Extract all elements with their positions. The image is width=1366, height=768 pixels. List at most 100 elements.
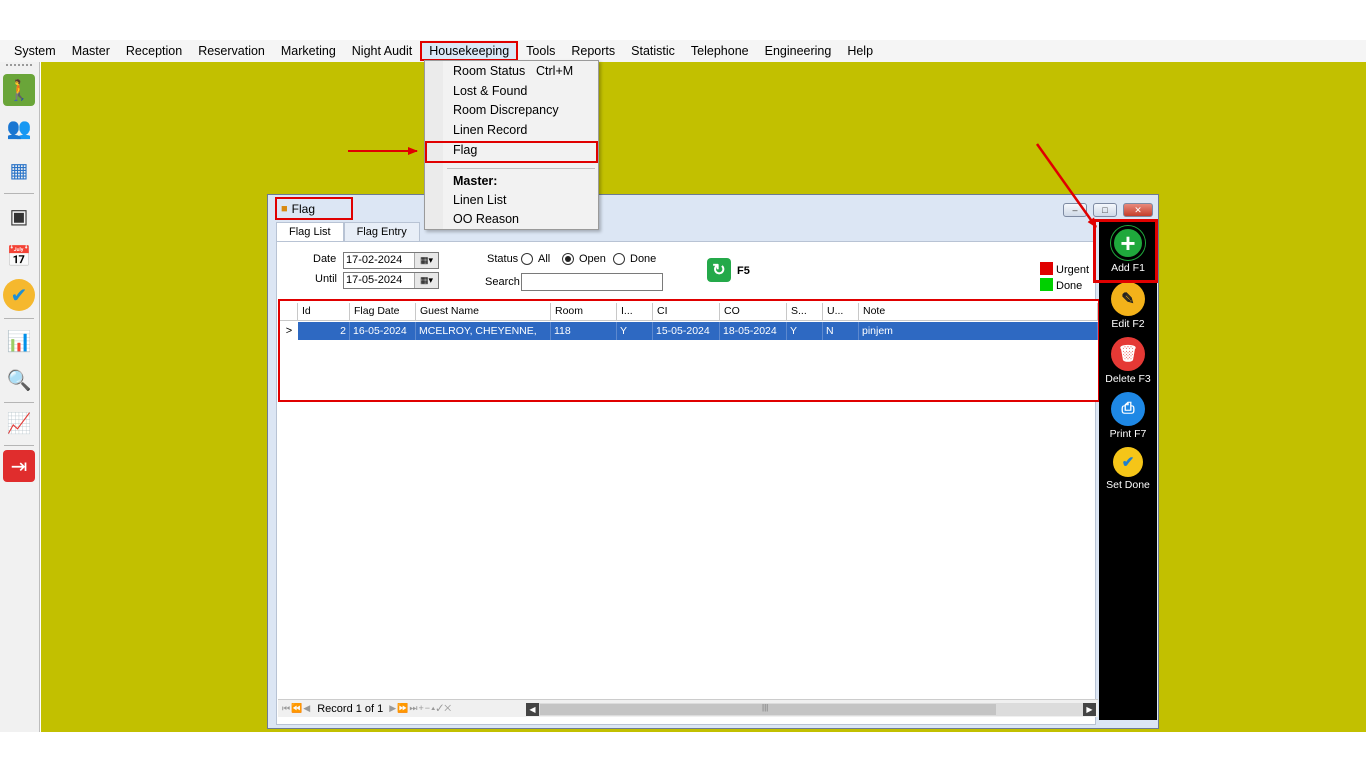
menu-item-lost-found[interactable]: Lost & Found bbox=[453, 84, 527, 98]
column-header-note[interactable]: Note bbox=[859, 303, 1098, 321]
menu-marketing[interactable]: Marketing bbox=[273, 41, 344, 61]
cell-i: Y bbox=[617, 322, 653, 340]
window-title-highlight: ■ Flag bbox=[275, 197, 353, 220]
menu-tools[interactable]: Tools bbox=[518, 41, 563, 61]
menu-item-flag[interactable]: Flag bbox=[453, 143, 477, 157]
restore-button[interactable]: □ bbox=[1093, 203, 1117, 217]
date-until-input[interactable]: 17-05-2024 ▦▾ bbox=[343, 272, 439, 289]
tab-flag-list[interactable]: Flag List bbox=[276, 222, 344, 242]
scroll-grip: ||| bbox=[762, 703, 769, 712]
menu-item-linen-record[interactable]: Linen Record bbox=[453, 123, 527, 137]
menu-reservation[interactable]: Reservation bbox=[190, 41, 273, 61]
status-done-label: Done bbox=[630, 253, 657, 265]
menu-engineering[interactable]: Engineering bbox=[757, 41, 840, 61]
until-label: Until bbox=[315, 273, 338, 285]
scroll-thumb[interactable]: ||| bbox=[540, 703, 996, 715]
night-audit-icon[interactable]: 📊 bbox=[3, 325, 35, 357]
cell-note: pinjem bbox=[859, 322, 1098, 340]
table-row[interactable]: 2 16-05-2024 MCELROY, CHEYENNE, 118 Y 15… bbox=[280, 322, 1098, 340]
printer-icon: ⎙ bbox=[1111, 392, 1145, 426]
set-done-label: Set Done bbox=[1106, 479, 1150, 491]
column-header-s[interactable]: S... bbox=[787, 303, 823, 321]
menu-system[interactable]: System bbox=[6, 41, 64, 61]
menu-master[interactable]: Master bbox=[64, 41, 118, 61]
action-panel: + Add F1 ✎ Edit F2 🗑 Delete F3 ⎙ Print F… bbox=[1099, 220, 1157, 720]
cell-id: 2 bbox=[298, 322, 350, 340]
dropdown-separator bbox=[447, 168, 595, 169]
urgent-legend-swatch bbox=[1040, 262, 1053, 275]
calendar-icon[interactable]: 📅 bbox=[3, 240, 35, 272]
date-from-input[interactable]: 17-02-2024 ▦▾ bbox=[343, 252, 439, 269]
date-until-value: 17-05-2024 bbox=[346, 274, 403, 286]
column-header-u[interactable]: U... bbox=[823, 303, 859, 321]
menu-statistic[interactable]: Statistic bbox=[623, 41, 683, 61]
edit-icon: ✎ bbox=[1111, 282, 1145, 316]
window-titlebar: ■ Flag – □ ✕ bbox=[268, 195, 1158, 221]
scroll-left-icon[interactable]: ◀ bbox=[526, 703, 539, 716]
record-navigator: ⏮⏪◀ Record 1 of 1 ▶⏩⏭+−▴✓✕ ◀ ||| ▶ bbox=[278, 699, 1098, 717]
calendar-dropdown-icon[interactable]: ▦▾ bbox=[414, 253, 438, 268]
column-header-id[interactable]: Id bbox=[298, 303, 350, 321]
menu-night-audit[interactable]: Night Audit bbox=[344, 41, 420, 61]
search-report-icon[interactable]: 🔍 bbox=[3, 364, 35, 396]
menu-item-oo-reason[interactable]: OO Reason bbox=[453, 212, 519, 226]
menu-help[interactable]: Help bbox=[839, 41, 881, 61]
calendar-dropdown-icon[interactable]: ▦▾ bbox=[414, 273, 438, 288]
search-input[interactable] bbox=[521, 273, 663, 291]
toolbar-separator bbox=[4, 193, 34, 194]
check-badge-icon: ✔ bbox=[1113, 447, 1143, 477]
left-toolbar: 🚶 👥 ▦ ▣ 📅 ✔ 📊 🔍 📈 ⇥ bbox=[0, 62, 40, 732]
print-button[interactable]: ⎙ Print F7 bbox=[1099, 392, 1157, 440]
menu-item-room-status[interactable]: Room Status bbox=[453, 64, 525, 78]
column-header-ci[interactable]: CI bbox=[653, 303, 720, 321]
add-button-highlight bbox=[1093, 219, 1158, 283]
flag-window-icon: ■ bbox=[281, 202, 288, 215]
master-section-header: Master: bbox=[453, 174, 498, 188]
tab-flag-entry[interactable]: Flag Entry bbox=[343, 222, 420, 242]
housekeeping-icon[interactable]: ✔ bbox=[3, 279, 35, 311]
menu-housekeeping[interactable]: Housekeeping bbox=[420, 41, 519, 61]
edit-label: Edit F2 bbox=[1111, 318, 1145, 330]
column-header-i[interactable]: I... bbox=[617, 303, 653, 321]
delete-label: Delete F3 bbox=[1105, 373, 1151, 385]
horizontal-scrollbar[interactable]: ◀ ||| ▶ bbox=[526, 703, 1096, 716]
statistic-chart-icon[interactable]: 📈 bbox=[3, 407, 35, 439]
edit-button[interactable]: ✎ Edit F2 bbox=[1099, 282, 1157, 330]
room-rack-icon[interactable]: ▣ bbox=[3, 200, 35, 232]
scroll-right-icon[interactable]: ▶ bbox=[1083, 703, 1096, 716]
menu-bar: System Master Reception Reservation Mark… bbox=[0, 40, 1366, 62]
search-label: Search bbox=[485, 276, 520, 288]
status-label: Status bbox=[487, 253, 519, 265]
print-label: Print F7 bbox=[1109, 428, 1147, 440]
date-label: Date bbox=[313, 253, 337, 265]
column-header-guest-name[interactable]: Guest Name bbox=[416, 303, 551, 321]
menu-reports[interactable]: Reports bbox=[563, 41, 623, 61]
column-header-room[interactable]: Room bbox=[551, 303, 617, 321]
logout-icon[interactable]: ⇥ bbox=[3, 450, 35, 482]
guests-icon[interactable]: 👥 bbox=[3, 112, 35, 144]
menu-item-room-discrepancy[interactable]: Room Discrepancy bbox=[453, 103, 559, 117]
nav-first-prev-icon[interactable]: ⏮⏪◀ bbox=[282, 703, 311, 714]
nav-next-last-icon[interactable]: ▶⏩⏭+−▴✓✕ bbox=[389, 703, 452, 714]
record-counter: Record 1 of 1 bbox=[317, 702, 384, 715]
floor-plan-icon[interactable]: ▦ bbox=[3, 154, 35, 186]
status-all-radio[interactable] bbox=[521, 253, 533, 265]
status-open-radio[interactable] bbox=[562, 253, 574, 265]
delete-button[interactable]: 🗑 Delete F3 bbox=[1099, 337, 1157, 385]
menu-telephone[interactable]: Telephone bbox=[683, 41, 757, 61]
menu-item-linen-list[interactable]: Linen List bbox=[453, 193, 507, 207]
menu-reception[interactable]: Reception bbox=[118, 41, 190, 61]
row-indicator-header bbox=[280, 303, 298, 321]
column-header-flag-date[interactable]: Flag Date bbox=[350, 303, 416, 321]
refresh-icon[interactable]: ↻ bbox=[707, 258, 731, 282]
close-button[interactable]: ✕ bbox=[1123, 203, 1153, 217]
minimize-button[interactable]: – bbox=[1063, 203, 1087, 217]
done-legend-label: Done bbox=[1056, 280, 1083, 292]
column-header-co[interactable]: CO bbox=[720, 303, 787, 321]
urgent-legend-label: Urgent bbox=[1056, 264, 1090, 276]
room-status-shortcut: Ctrl+M bbox=[536, 64, 574, 78]
walk-in-icon[interactable]: 🚶 bbox=[3, 74, 35, 106]
toolbar-separator bbox=[4, 402, 34, 403]
set-done-button[interactable]: ✔ Set Done bbox=[1099, 447, 1157, 491]
status-done-radio[interactable] bbox=[613, 253, 625, 265]
